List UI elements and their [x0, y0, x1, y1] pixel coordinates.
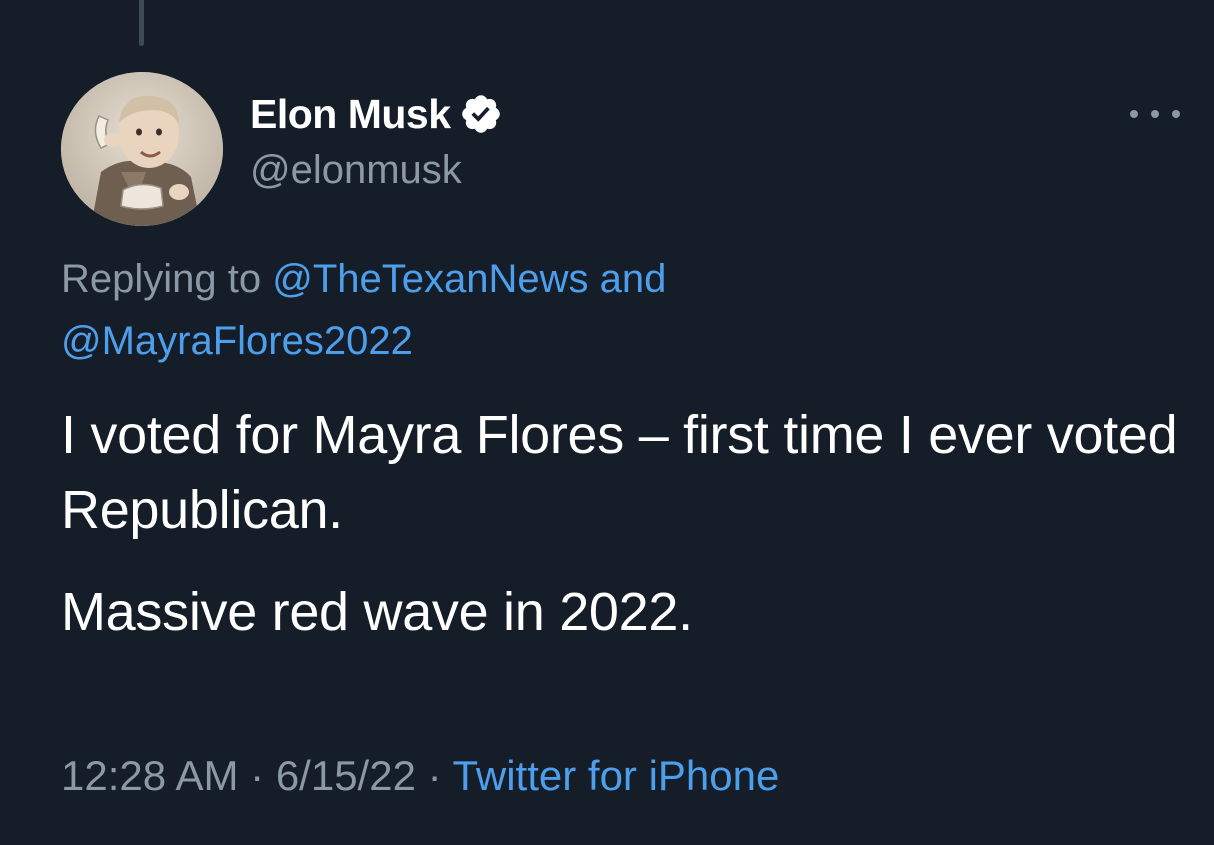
meta-separator: · — [427, 752, 442, 799]
mention-link-thetexannews[interactable]: @TheTexanNews — [272, 257, 588, 301]
replying-to-conjunction: and — [599, 257, 667, 301]
meta-separator: · — [250, 752, 265, 799]
avatar[interactable] — [61, 72, 223, 226]
author-handle[interactable]: @elonmusk — [250, 148, 462, 193]
replying-to: Replying to @TheTexanNews and @MayraFlor… — [61, 248, 1161, 372]
verified-badge-icon — [459, 92, 503, 136]
mention-link-mayraflores2022[interactable]: @MayraFlores2022 — [61, 319, 413, 363]
tweet-body: I voted for Mayra Flores – first time I … — [61, 398, 1181, 650]
display-name[interactable]: Elon Musk — [250, 91, 451, 138]
replying-to-label: Replying to — [61, 257, 262, 301]
more-options-icon[interactable] — [1130, 100, 1180, 128]
tweet-time[interactable]: 12:28 AM — [61, 752, 238, 799]
author-name-row[interactable]: Elon Musk — [250, 88, 503, 140]
tweet-date[interactable]: 6/15/22 — [276, 752, 416, 799]
tweet-paragraph: Massive red wave in 2022. — [61, 582, 693, 642]
avatar-photo — [61, 72, 223, 226]
tweet-meta: 12:28 AM · 6/15/22 · Twitter for iPhone — [61, 752, 779, 800]
thread-connector-line — [139, 0, 144, 46]
tweet-paragraph: I voted for Mayra Flores – first time I … — [61, 405, 1178, 540]
tweet-source-link[interactable]: Twitter for iPhone — [453, 752, 780, 799]
